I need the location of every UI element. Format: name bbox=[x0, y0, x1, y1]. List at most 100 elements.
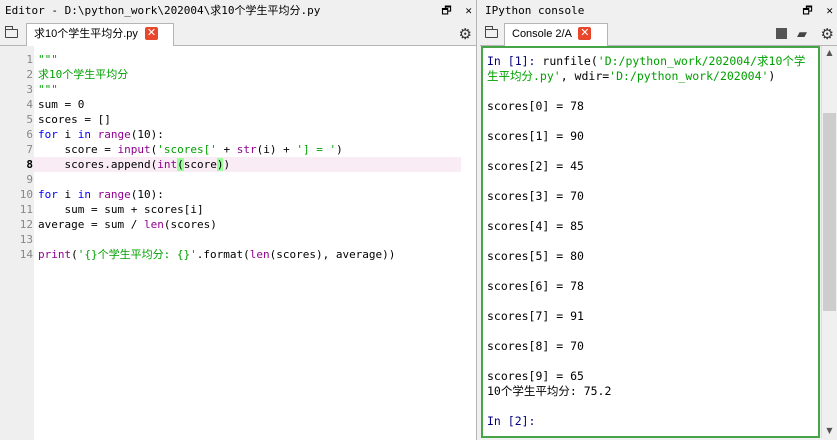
code-token: (10): bbox=[130, 128, 164, 141]
code-token: '{}个学生平均分: {}' bbox=[77, 248, 197, 261]
code-line[interactable]: """ bbox=[38, 52, 58, 67]
console-scrollbar[interactable]: ▲ ▼ bbox=[821, 46, 837, 438]
code-token: (scores), average)) bbox=[269, 248, 396, 261]
console-line: scores[2] = 45 bbox=[487, 158, 584, 174]
console-options-gear-icon[interactable]: ⚙ bbox=[821, 25, 834, 43]
console-line: scores[9] = 65 bbox=[487, 368, 584, 384]
line-number: 6 bbox=[26, 128, 33, 141]
scroll-down-arrow-icon[interactable]: ▼ bbox=[822, 424, 837, 438]
console-text: scores[1] = 90 bbox=[487, 129, 584, 143]
code-line[interactable]: sum = 0 bbox=[38, 97, 84, 112]
console-line: scores[7] = 91 bbox=[487, 308, 584, 324]
editor-tab-bar: 求10个学生平均分.py ✕ ⚙ bbox=[0, 22, 476, 46]
code-line[interactable]: scores = [] bbox=[38, 112, 111, 127]
code-token: sum = 0 bbox=[38, 98, 85, 111]
console-line: scores[8] = 70 bbox=[487, 338, 584, 354]
code-token: ( bbox=[71, 248, 78, 261]
code-token: """ bbox=[38, 53, 58, 66]
editor-options-gear-icon[interactable]: ⚙ bbox=[459, 25, 472, 43]
code-token: i bbox=[57, 188, 78, 201]
code-token: str bbox=[236, 143, 257, 156]
code-line[interactable]: for i in range(10): bbox=[38, 127, 164, 142]
console-line: In [2]: bbox=[487, 413, 535, 429]
line-number: 2 bbox=[26, 68, 33, 81]
code-token: input bbox=[117, 143, 151, 156]
code-token: 'scores[' bbox=[157, 143, 217, 156]
browse-tabs-folder-icon[interactable] bbox=[5, 26, 18, 38]
editor-undock-icon[interactable]: 🗗 bbox=[441, 4, 451, 17]
editor-pane: Editor - D:\python_work\202004\求10个学生平均分… bbox=[0, 0, 477, 440]
console-line: 生平均分.py', wdir='D:/python_work/202004') bbox=[487, 68, 775, 84]
line-number: 3 bbox=[26, 83, 33, 96]
code-token: average = sum / bbox=[38, 218, 144, 231]
console-text: scores[4] = 85 bbox=[487, 219, 584, 233]
console-line: scores[3] = 70 bbox=[487, 188, 584, 204]
line-number: 9 bbox=[26, 173, 33, 186]
console-line: scores[4] = 85 bbox=[487, 218, 584, 234]
stop-kernel-icon[interactable] bbox=[776, 28, 787, 39]
console-output[interactable]: In [1]: runfile('D:/python_work/202004/求… bbox=[481, 46, 820, 438]
console-text: 生平均分.py' bbox=[487, 69, 561, 83]
console-line: scores[0] = 78 bbox=[487, 98, 584, 114]
code-token: ( bbox=[177, 158, 184, 171]
console-tab[interactable]: Console 2/A ✕ bbox=[504, 23, 608, 46]
clear-console-icon[interactable]: ▰ bbox=[797, 27, 807, 42]
console-title-bar: IPython console 🗗 ✕ bbox=[480, 0, 837, 22]
console-prompt: In [1]: bbox=[487, 54, 543, 68]
code-token: (scores) bbox=[163, 218, 217, 231]
code-token: range bbox=[97, 128, 131, 141]
console-browse-tabs-folder-icon[interactable] bbox=[485, 26, 498, 38]
console-line: scores[1] = 90 bbox=[487, 128, 584, 144]
console-line: scores[6] = 78 bbox=[487, 278, 584, 294]
console-text: ) bbox=[768, 69, 776, 83]
scrollbar-thumb[interactable] bbox=[823, 113, 836, 311]
code-editor[interactable]: 1 2 3 4 5 6 7 8 9 10 11 12 13 14 """ 求10个学生平均分 """ sum =… bbox=[0, 46, 476, 440]
console-title: IPython console bbox=[485, 4, 585, 17]
code-token: i bbox=[57, 128, 78, 141]
scroll-up-arrow-icon[interactable]: ▲ bbox=[822, 46, 837, 60]
console-pane: IPython console 🗗 ✕ Console 2/A ✕ ▰ ⚙ In… bbox=[480, 0, 837, 440]
line-number: 4 bbox=[26, 98, 33, 111]
code-token: len bbox=[143, 218, 164, 231]
console-text: runfile( bbox=[542, 54, 598, 68]
console-text: scores[7] = 91 bbox=[487, 309, 584, 323]
code-line[interactable]: average = sum / len(scores) bbox=[38, 217, 217, 232]
console-text: 'D:/python_work/202004/求10个学 bbox=[597, 54, 806, 68]
console-text: scores[2] = 45 bbox=[487, 159, 584, 173]
code-line[interactable]: sum = sum + scores[i] bbox=[38, 202, 204, 217]
code-token: sum = sum + scores[i] bbox=[38, 203, 204, 216]
code-line[interactable]: """ bbox=[38, 82, 58, 97]
code-line[interactable]: score = input('scores[' + str(i) + '] = … bbox=[38, 142, 342, 157]
console-text: scores[9] = 65 bbox=[487, 369, 584, 383]
code-line[interactable]: 求10个学生平均分 bbox=[38, 67, 128, 82]
console-text: scores[3] = 70 bbox=[487, 189, 584, 203]
line-number: 14 bbox=[19, 248, 33, 261]
console-undock-icon[interactable]: 🗗 bbox=[802, 4, 812, 17]
code-line[interactable]: scores.append(int(score)) bbox=[38, 157, 230, 172]
code-line[interactable]: for i in range(10): bbox=[38, 187, 164, 202]
editor-file-tab-label: 求10个学生平均分.py bbox=[34, 28, 138, 40]
console-text: , wdir= bbox=[560, 69, 610, 83]
code-area[interactable]: """ 求10个学生平均分 """ sum = 0 scores = [] for i i… bbox=[34, 46, 476, 440]
code-line[interactable]: print('{}个学生平均分: {}'.format(len(scores),… bbox=[38, 247, 395, 262]
code-token: in bbox=[77, 128, 91, 141]
console-text: 10个学生平均分: 75.2 bbox=[487, 384, 612, 398]
line-number: 13 bbox=[19, 233, 33, 246]
code-token: """ bbox=[38, 83, 58, 96]
code-token: len bbox=[249, 248, 270, 261]
code-token: '] = ' bbox=[296, 143, 337, 156]
editor-tab-close-icon[interactable]: ✕ bbox=[144, 26, 158, 40]
code-token: ) bbox=[223, 158, 231, 171]
editor-title: Editor - D:\python_work\202004\求10个学生平均分… bbox=[5, 4, 321, 17]
editor-file-tab[interactable]: 求10个学生平均分.py ✕ bbox=[26, 23, 174, 46]
console-close-pane-icon[interactable]: ✕ bbox=[826, 4, 833, 17]
editor-close-pane-icon[interactable]: ✕ bbox=[465, 4, 472, 17]
code-token: for bbox=[38, 188, 58, 201]
console-tab-close-icon[interactable]: ✕ bbox=[578, 26, 592, 40]
console-tab-label: Console 2/A bbox=[512, 28, 572, 40]
line-number-gutter: 1 2 3 4 5 6 7 8 9 10 11 12 13 14 bbox=[0, 46, 34, 440]
editor-title-bar: Editor - D:\python_work\202004\求10个学生平均分… bbox=[0, 0, 476, 22]
code-token: for bbox=[38, 128, 58, 141]
